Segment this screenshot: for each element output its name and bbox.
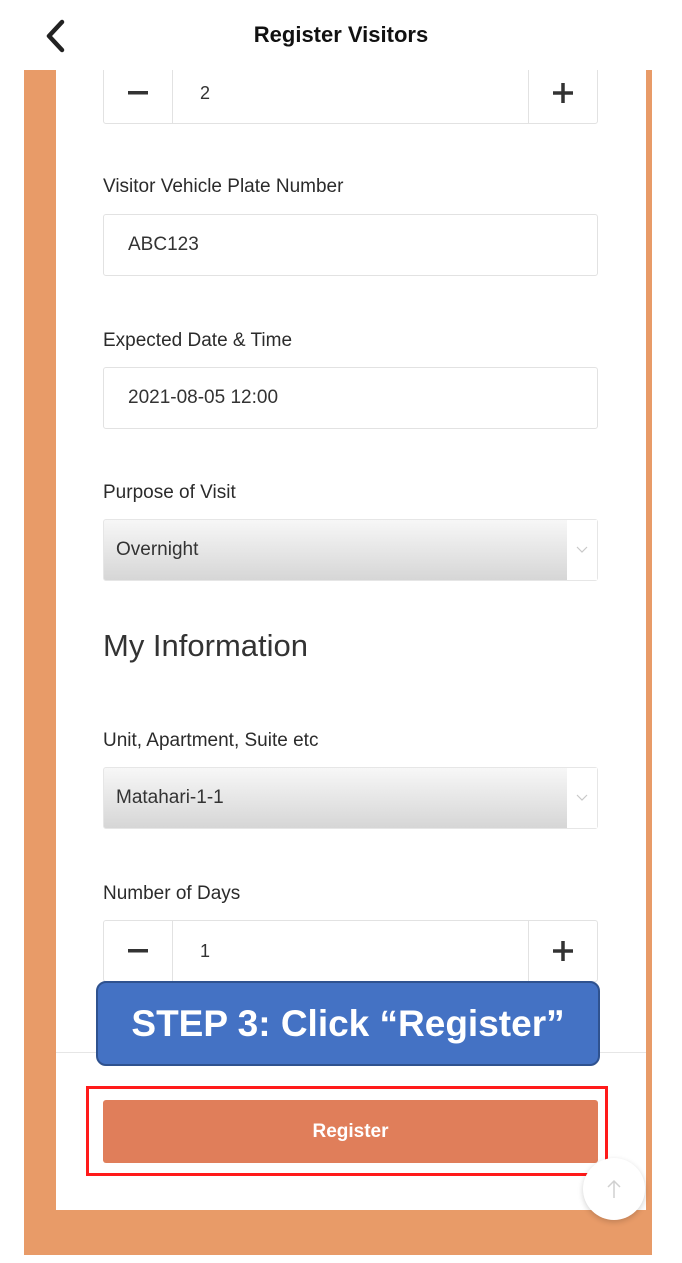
step-callout: STEP 3: Click “Register”	[96, 981, 600, 1066]
arrow-up-icon	[607, 1179, 621, 1198]
expected-datetime-value: 2021-08-05 12:00	[128, 387, 279, 408]
expected-datetime-input[interactable]: 2021-08-05 12:00	[103, 367, 598, 429]
purpose-label: Purpose of Visit	[103, 482, 236, 503]
decrement-button[interactable]	[104, 921, 173, 981]
plus-icon	[553, 941, 573, 961]
dropdown-arrow	[567, 768, 597, 828]
plus-icon	[553, 83, 573, 103]
page-title: Register Visitors	[253, 22, 429, 47]
purpose-select[interactable]: Overnight	[103, 519, 598, 581]
app-header: Register Visitors	[0, 0, 682, 70]
vehicle-plate-input[interactable]: ABC123	[103, 214, 598, 276]
days-label: Number of Days	[103, 883, 241, 904]
decrement-button[interactable]	[104, 63, 173, 123]
chevron-down-icon	[576, 794, 588, 801]
expected-datetime-label: Expected Date & Time	[103, 330, 293, 351]
visitor-count-stepper: 2	[103, 62, 598, 124]
register-button[interactable]: Register	[103, 1100, 598, 1163]
unit-label: Unit, Apartment, Suite etc	[103, 730, 319, 751]
scroll-to-top-button[interactable]	[583, 1158, 645, 1220]
my-information-heading: My Information	[103, 628, 309, 663]
vehicle-plate-value: ABC123	[128, 234, 199, 255]
vehicle-plate-label: Visitor Vehicle Plate Number	[103, 176, 344, 197]
stepper-value[interactable]: 1	[200, 921, 210, 981]
increment-button[interactable]	[528, 921, 597, 981]
purpose-value: Overnight	[116, 539, 199, 560]
days-stepper: 1	[103, 920, 598, 982]
minus-icon	[128, 949, 148, 953]
dropdown-arrow	[567, 520, 597, 580]
stepper-value[interactable]: 2	[200, 63, 210, 123]
minus-icon	[128, 91, 148, 95]
unit-value: Matahari-1-1	[116, 787, 224, 808]
unit-select[interactable]: Matahari-1-1	[103, 767, 598, 829]
increment-button[interactable]	[528, 63, 597, 123]
chevron-down-icon	[576, 546, 588, 553]
